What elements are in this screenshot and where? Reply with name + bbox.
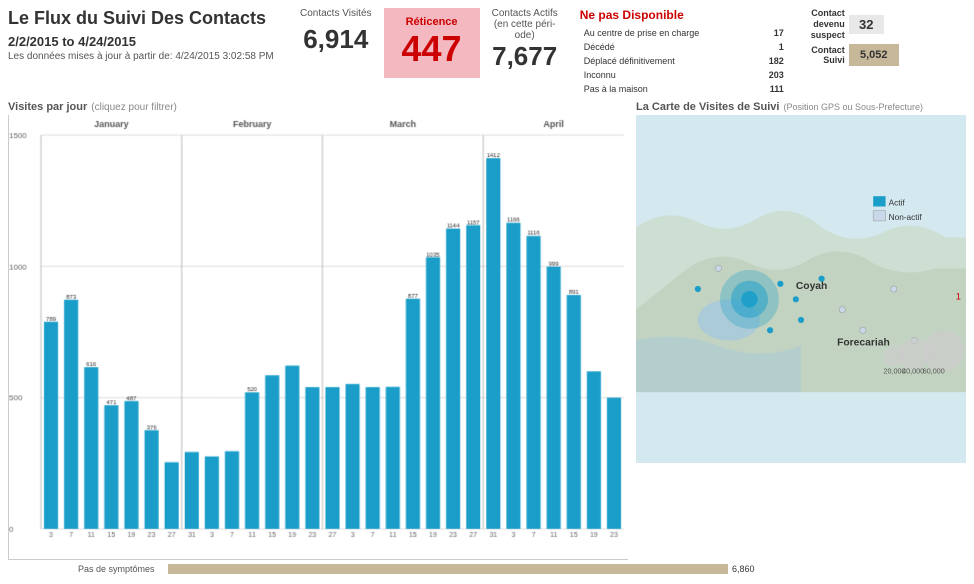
- map-area: La Carte de Visites de Suivi (Position G…: [636, 101, 966, 463]
- chart-title: Visites par jour: [8, 101, 87, 113]
- symptom-value: 6,860: [732, 564, 755, 574]
- svg-text:Actif: Actif: [889, 198, 906, 207]
- svg-text:40,000: 40,000: [902, 367, 924, 376]
- middle-section: Visites par jour (cliquez pour filtrer) …: [8, 101, 966, 463]
- svg-text:1: 1: [956, 291, 961, 301]
- reticence-value: 447: [402, 28, 462, 70]
- ne-pas-row: Pas à la maison111: [582, 83, 788, 95]
- date-range: 2/2/2015 to 4/24/2015: [8, 34, 288, 49]
- contact-devenu-suspect-label: Contact devenu suspect: [790, 8, 845, 40]
- chart-area: Visites par jour (cliquez pour filtrer): [8, 101, 628, 463]
- symptom-subcategory-label: Pas de symptômes: [78, 564, 168, 574]
- map-container: Coyah Forecariah 1 Actif Non-actif 20,00…: [636, 115, 966, 463]
- top-section: Le Flux du Suivi Des Contacts 2/2/2015 t…: [8, 8, 966, 97]
- symptom-bar-container: 6,860: [168, 564, 966, 574]
- contact-devenu-suspect-box: Contact devenu suspect 32: [790, 8, 910, 40]
- bar-chart[interactable]: [8, 115, 628, 560]
- ne-pas-row: Décédé1: [582, 41, 788, 53]
- ne-pas-row-label: Inconnu: [582, 69, 755, 81]
- ne-pas-row-value: 111: [757, 83, 788, 95]
- contacts-visites-label: Contacts Visités: [300, 8, 372, 20]
- ne-pas-table: Au centre de prise en charge17Décédé1Dép…: [580, 25, 790, 97]
- ne-pas-row-label: Déplacé définitivement: [582, 55, 755, 67]
- contacts-actifs-box: Contacts Actifs(en cette péri-ode) 7,677: [480, 8, 570, 72]
- contacts-actifs-value: 7,677: [492, 41, 557, 72]
- ne-pas-row-label: Au centre de prise en charge: [582, 27, 755, 39]
- ne-pas-row-value: 1: [757, 41, 788, 53]
- contact-suivi-label: Contact Suivi: [790, 45, 845, 67]
- contacts-actifs-label: Contacts Actifs(en cette péri-ode): [492, 8, 558, 41]
- ne-pas-row-value: 203: [757, 69, 788, 81]
- ne-pas-row-label: Pas à la maison: [582, 83, 755, 95]
- stats-area: Contacts Visités 6,914 Réticence 447 Con…: [288, 8, 966, 97]
- ne-pas-row: Déplacé définitivement182: [582, 55, 788, 67]
- ne-pas-row-label: Décédé: [582, 41, 755, 53]
- contacts-visites-value: 6,914: [303, 24, 368, 55]
- ne-pas-row-value: 182: [757, 55, 788, 67]
- ne-pas-disponible: Ne pas Disponible Au centre de prise en …: [570, 8, 790, 97]
- updated-text: Les données mises à jour à partir de: 4/…: [8, 51, 288, 62]
- svg-text:Forecariah: Forecariah: [837, 338, 890, 349]
- map-title: La Carte de Visites de Suivi: [636, 101, 779, 113]
- contact-devenu-suspect-value: 32: [849, 15, 884, 34]
- ne-pas-row: Inconnu203: [582, 69, 788, 81]
- dashboard: Le Flux du Suivi Des Contacts 2/2/2015 t…: [0, 0, 974, 584]
- contacts-visites-box: Contacts Visités 6,914: [288, 8, 384, 55]
- contact-suivi-value: 5,052: [849, 44, 899, 66]
- ne-pas-row: Au centre de prise en charge17: [582, 27, 788, 39]
- svg-text:Coyah: Coyah: [796, 281, 827, 292]
- symptom-row: Pas de symptômes 6,860: [8, 562, 966, 576]
- chart-subtitle: (cliquez pour filtrer): [91, 102, 177, 113]
- contact-suivi-box: Contact Suivi 5,052: [790, 44, 910, 66]
- reticence-box: Réticence 447: [384, 8, 480, 78]
- reticence-label: Réticence: [406, 16, 458, 28]
- page-title: Le Flux du Suivi Des Contacts: [8, 8, 288, 30]
- title-area: Le Flux du Suivi Des Contacts 2/2/2015 t…: [8, 8, 288, 62]
- map-subtitle: (Position GPS ou Sous-Prefecture): [783, 102, 923, 112]
- ne-pas-title: Ne pas Disponible: [580, 8, 790, 22]
- ne-pas-row-value: 17: [757, 27, 788, 39]
- svg-text:Non-actif: Non-actif: [889, 213, 923, 222]
- symptom-bar: [168, 564, 728, 574]
- svg-text:60,000: 60,000: [923, 367, 945, 376]
- right-badges: Contact devenu suspect 32 Contact Suivi …: [790, 8, 910, 66]
- map-svg: Coyah Forecariah 1 Actif Non-actif 20,00…: [636, 115, 966, 463]
